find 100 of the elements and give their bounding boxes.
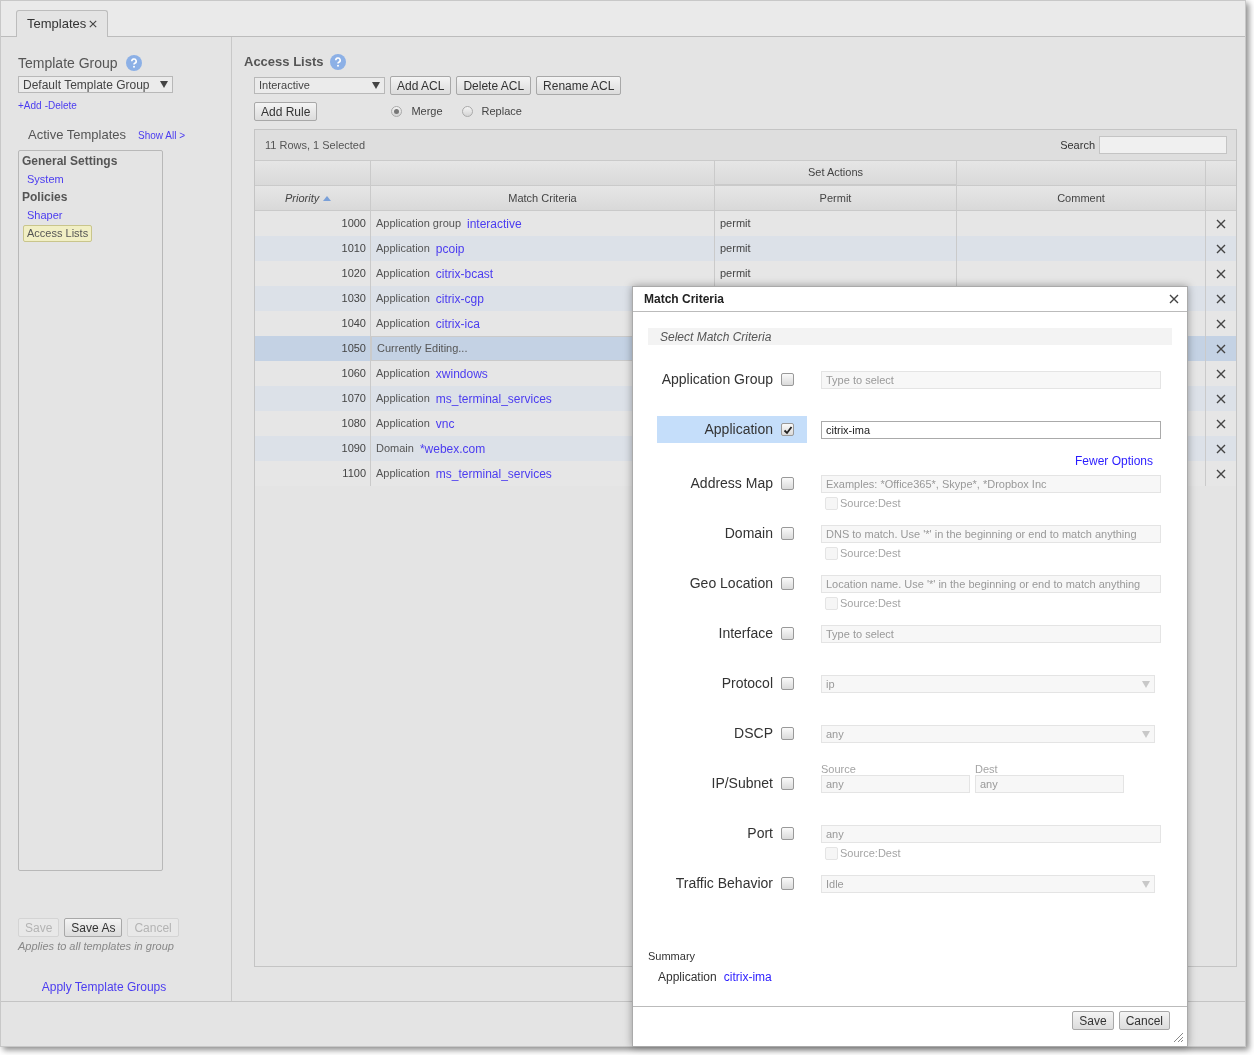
dropdown[interactable]: any <box>821 725 1155 743</box>
checkbox[interactable] <box>781 373 794 386</box>
input-field[interactable]: Location name. Use '*' in the beginning or end to match anything <box>821 575 1161 593</box>
input-field[interactable]: any <box>821 825 1161 843</box>
input-field[interactable]: DNS to match. Use '*' in the beginning or end to match anything <box>821 525 1161 543</box>
button[interactable]: Save As <box>64 918 123 937</box>
link[interactable]: citrix-cgp <box>435 289 484 308</box>
radio-option[interactable]: Replace <box>461 103 522 120</box>
column-header[interactable]: Comment <box>1057 189 1105 207</box>
table-cell-text: 1040 <box>341 316 366 332</box>
list-heading: General Settings <box>22 153 118 170</box>
checkbox[interactable] <box>781 877 794 890</box>
section-title: Access Lists <box>244 53 324 72</box>
link[interactable]: -Delete <box>44 97 77 113</box>
criteria-label: Traffic Behavior <box>675 874 773 893</box>
link[interactable]: interactive <box>467 214 522 233</box>
column-header[interactable]: Permit <box>819 189 852 207</box>
apply-template-groups-link[interactable]: Apply Template Groups <box>41 977 167 996</box>
input-field[interactable]: Type to select <box>821 371 1161 389</box>
search-field[interactable] <box>1099 136 1227 154</box>
help-icon <box>329 54 346 70</box>
input-field[interactable]: any <box>975 775 1124 793</box>
table-cell-text: 1090 <box>341 441 366 457</box>
note: Applies to all templates in group <box>18 939 175 954</box>
delete-icon <box>1216 368 1226 379</box>
criteria-label: Domain <box>724 524 773 543</box>
button[interactable]: Save <box>1072 1011 1114 1030</box>
input-field[interactable]: any <box>821 775 970 793</box>
button[interactable]: Delete ACL <box>456 76 532 95</box>
table-cell-text: permit <box>720 216 751 232</box>
delete-icon <box>1216 393 1226 404</box>
section-title: Active Templates <box>28 126 127 145</box>
tab[interactable]: Templates <box>16 10 109 37</box>
link[interactable]: xwindows <box>435 364 488 383</box>
button[interactable]: Cancel <box>1118 1011 1170 1030</box>
radio-option[interactable]: Merge <box>391 103 443 120</box>
checkbox[interactable] <box>781 777 794 790</box>
criteria-label: Interface <box>718 624 773 643</box>
link[interactable]: ms_terminal_services <box>435 389 552 408</box>
link[interactable]: citrix-bcast <box>435 264 494 283</box>
summary-title: Summary <box>648 948 697 964</box>
list-heading: Policies <box>22 189 68 206</box>
table-cell-text: 1080 <box>341 416 366 432</box>
checkbox[interactable] <box>781 827 794 840</box>
criteria-label: DSCP <box>734 724 773 743</box>
checkbox[interactable] <box>781 677 794 690</box>
table-cell-text: 1060 <box>341 366 366 382</box>
table-cell-text: Application <box>376 416 430 432</box>
close-icon <box>1169 294 1179 304</box>
checkbox[interactable] <box>781 527 794 540</box>
show-all-link[interactable]: Show All > <box>138 127 185 143</box>
section-header: Select Match Criteria <box>648 328 1172 345</box>
column-header[interactable]: Match Criteria <box>508 189 577 207</box>
delete-icon <box>1216 268 1226 279</box>
table-cell-text: 1030 <box>341 291 366 307</box>
add-rule-button[interactable]: Add Rule <box>254 102 318 121</box>
criteria-label: Application <box>704 420 773 439</box>
acl-dropdown[interactable]: Interactive <box>254 77 385 94</box>
input-field[interactable]: Type to select <box>821 625 1161 643</box>
button[interactable]: Add ACL <box>390 76 452 95</box>
list-item[interactable]: Shaper <box>23 207 67 224</box>
link[interactable]: citrix-ica <box>435 314 480 333</box>
list-item[interactable]: Access Lists <box>23 225 93 242</box>
checkbox[interactable] <box>781 477 794 490</box>
criteria-label: Protocol <box>721 674 773 693</box>
field-label: Source <box>821 763 857 775</box>
resize-grip-icon <box>1173 1032 1184 1043</box>
table-row[interactable]: 1010 Application pcoip permit <box>255 236 1236 261</box>
input-field[interactable]: citrix-ima <box>821 421 1161 439</box>
link[interactable]: citrix-ima <box>723 968 772 986</box>
table-cell-text: Application <box>376 291 430 307</box>
table-cell-text: Application <box>376 316 430 332</box>
table-cell-text: 1050 <box>341 341 366 357</box>
dropdown[interactable]: ip <box>821 675 1155 693</box>
link[interactable]: vnc <box>435 414 455 433</box>
checkbox[interactable] <box>781 627 794 640</box>
criteria-label: Port <box>747 824 773 843</box>
fewer-options-link[interactable]: Fewer Options <box>1074 452 1153 470</box>
criteria-label: Application Group <box>661 370 773 389</box>
button[interactable]: Rename ACL <box>536 76 622 95</box>
link[interactable]: *webex.com <box>419 439 486 458</box>
link[interactable]: pcoip <box>435 239 465 258</box>
list-item[interactable]: System <box>23 171 68 188</box>
table-cell-text: 1100 <box>342 466 366 482</box>
link[interactable]: ms_terminal_services <box>435 464 552 483</box>
template-group-dropdown[interactable]: Default Template Group <box>18 76 173 93</box>
column-header[interactable]: Priority <box>285 189 320 207</box>
caret-icon <box>1142 680 1150 688</box>
checkbox[interactable] <box>781 577 794 590</box>
input-field[interactable]: Examples: *Office365*, Skype*, *Dropbox Inc <box>821 475 1161 493</box>
help-icon <box>125 55 142 71</box>
table-cell-text: Domain <box>376 441 414 457</box>
checkbox[interactable] <box>781 423 794 436</box>
link[interactable]: +Add <box>18 97 42 113</box>
column-group-header: Set Actions <box>807 165 863 181</box>
caret-icon <box>372 82 380 89</box>
sort-ascending-icon <box>323 195 332 201</box>
checkbox[interactable] <box>781 727 794 740</box>
criteria-label: Geo Location <box>689 574 773 593</box>
close-icon <box>89 20 98 28</box>
